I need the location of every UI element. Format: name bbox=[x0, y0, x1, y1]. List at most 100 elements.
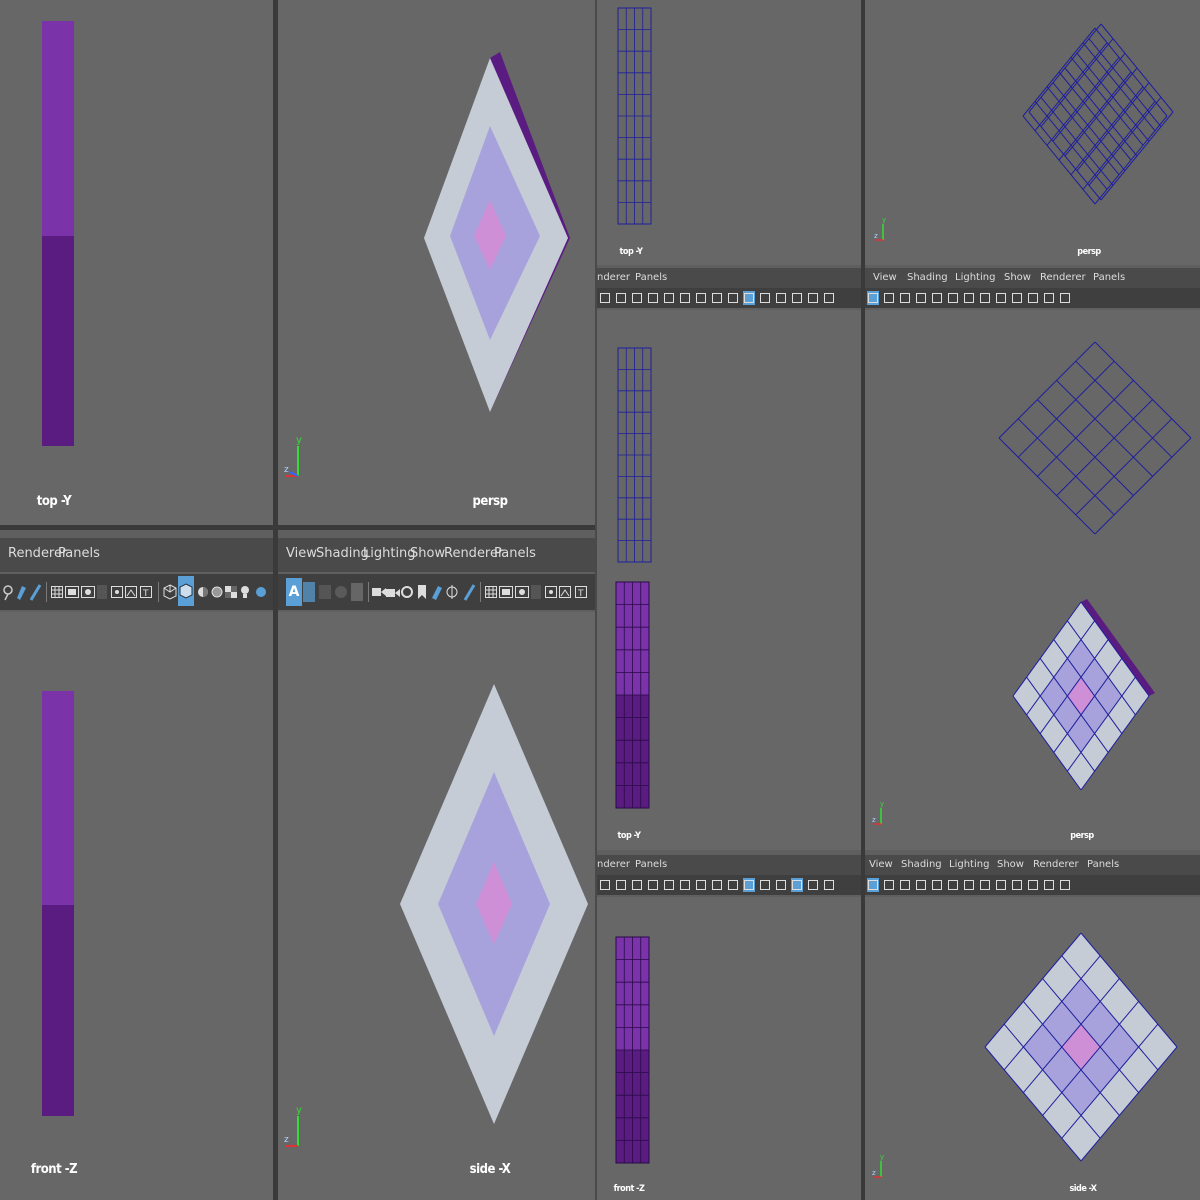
pencil-icon[interactable] bbox=[462, 580, 476, 604]
textured-icon[interactable] bbox=[759, 291, 771, 305]
shadow-icon[interactable] bbox=[254, 580, 268, 604]
camera-icon[interactable] bbox=[372, 580, 386, 604]
viewport-side-left[interactable]: y z side -X bbox=[278, 612, 595, 1200]
checker-icon[interactable] bbox=[791, 878, 803, 892]
menu-panels[interactable]: Panels bbox=[635, 859, 667, 870]
lasso-icon[interactable] bbox=[2, 580, 14, 604]
two-d-pan-icon[interactable] bbox=[444, 580, 460, 604]
safe-action-icon[interactable] bbox=[110, 580, 124, 604]
wireframe-cube-icon[interactable] bbox=[727, 878, 739, 892]
camera-attrs-icon[interactable]: T bbox=[574, 580, 588, 604]
default-light-icon[interactable] bbox=[775, 878, 787, 892]
menu-panels[interactable]: Panels bbox=[58, 546, 100, 561]
resolution-gate-icon[interactable] bbox=[514, 580, 530, 604]
a-icon[interactable] bbox=[867, 878, 879, 892]
track-icon[interactable] bbox=[400, 580, 414, 604]
viewport-top-right-2[interactable]: top -Y bbox=[597, 310, 861, 850]
shadow-icon[interactable] bbox=[823, 878, 835, 892]
film-gate-icon[interactable] bbox=[64, 580, 80, 604]
texture-sphere-icon[interactable] bbox=[318, 578, 332, 606]
textured-icon[interactable] bbox=[196, 580, 210, 604]
grid-icon[interactable] bbox=[995, 291, 1007, 305]
field-chart-icon[interactable] bbox=[124, 580, 138, 604]
grid-icon[interactable] bbox=[50, 580, 64, 604]
menu-show[interactable]: Show bbox=[410, 546, 445, 561]
texture-sphere-icon[interactable] bbox=[899, 291, 911, 305]
pane-divider-h[interactable] bbox=[0, 525, 595, 530]
default-light-icon[interactable] bbox=[210, 580, 224, 604]
bookmark-icon[interactable] bbox=[947, 291, 959, 305]
film-gate-icon[interactable] bbox=[498, 580, 514, 604]
resolution-gate-icon[interactable] bbox=[1027, 878, 1039, 892]
menu-view[interactable]: View bbox=[869, 859, 893, 870]
menu-view[interactable]: View bbox=[286, 546, 317, 561]
film-gate-icon[interactable] bbox=[1011, 878, 1023, 892]
camera-attrs-icon[interactable] bbox=[711, 291, 723, 305]
pencil-icon[interactable] bbox=[615, 878, 627, 892]
field-chart-icon[interactable] bbox=[558, 580, 572, 604]
resolution-gate-icon[interactable] bbox=[663, 291, 675, 305]
camera-icon[interactable] bbox=[931, 878, 943, 892]
a-icon[interactable] bbox=[867, 291, 879, 305]
two-d-pan-icon[interactable] bbox=[963, 878, 975, 892]
safe-action-icon[interactable] bbox=[679, 291, 691, 305]
pane-divider-v[interactable] bbox=[273, 530, 278, 1200]
texture-sphere-icon[interactable] bbox=[899, 878, 911, 892]
shaded-button-icon[interactable] bbox=[883, 291, 895, 305]
bulb-icon[interactable] bbox=[807, 878, 819, 892]
bookmark-icon[interactable] bbox=[947, 878, 959, 892]
gate-mask-icon[interactable] bbox=[530, 580, 542, 604]
menu-panels[interactable]: Panels bbox=[494, 546, 536, 561]
menu-panels[interactable]: Panels bbox=[635, 272, 667, 283]
grid-icon[interactable] bbox=[631, 878, 643, 892]
menu-shading[interactable]: Shading bbox=[907, 272, 948, 283]
menu-renderer[interactable]: nderer bbox=[597, 859, 630, 870]
shadow-toggle-icon[interactable] bbox=[350, 578, 364, 606]
safe-action-icon[interactable] bbox=[1043, 291, 1055, 305]
paint-icon[interactable] bbox=[14, 580, 28, 604]
gate-mask-icon[interactable] bbox=[96, 580, 108, 604]
shaded-button-icon[interactable] bbox=[302, 578, 316, 606]
checker-icon[interactable] bbox=[791, 291, 803, 305]
pencil-icon[interactable] bbox=[615, 291, 627, 305]
textured-icon[interactable] bbox=[759, 878, 771, 892]
shaded-cube-icon[interactable] bbox=[178, 576, 194, 606]
field-chart-icon[interactable] bbox=[1059, 291, 1071, 305]
resolution-gate-icon[interactable] bbox=[1027, 291, 1039, 305]
wireframe-cube-icon[interactable] bbox=[162, 580, 178, 604]
menu-panels[interactable]: Panels bbox=[1093, 272, 1125, 283]
image-plane-icon[interactable] bbox=[430, 580, 444, 604]
viewport-persp-right-2[interactable]: y z persp bbox=[865, 310, 1200, 850]
resolution-gate-icon[interactable] bbox=[80, 580, 96, 604]
menu-show[interactable]: Show bbox=[1004, 272, 1031, 283]
a-icon[interactable]: A bbox=[286, 578, 302, 606]
viewport-persp-right-1[interactable]: y z persp bbox=[865, 0, 1200, 265]
camera-attrs-icon[interactable] bbox=[711, 878, 723, 892]
viewport-top-right-1[interactable]: top -Y bbox=[597, 0, 861, 265]
pencil-icon[interactable] bbox=[979, 291, 991, 305]
field-chart-icon[interactable] bbox=[695, 878, 707, 892]
checker-icon[interactable] bbox=[224, 580, 238, 604]
wireframe-cube-icon[interactable] bbox=[727, 291, 739, 305]
shaded-cube-icon[interactable] bbox=[743, 878, 755, 892]
lasso-icon[interactable] bbox=[599, 878, 611, 892]
field-chart-icon[interactable] bbox=[695, 291, 707, 305]
resolution-gate-icon[interactable] bbox=[663, 878, 675, 892]
film-gate-icon[interactable] bbox=[647, 878, 659, 892]
camera-attrs-icon[interactable]: T bbox=[138, 580, 154, 604]
pencil-icon[interactable] bbox=[28, 580, 42, 604]
menu-renderer[interactable]: Renderer bbox=[1033, 859, 1079, 870]
viewport-side-right[interactable]: y z side -X bbox=[865, 897, 1200, 1200]
default-light-icon[interactable] bbox=[775, 291, 787, 305]
viewport-top-left[interactable]: top -Y bbox=[0, 0, 273, 525]
bulb-icon[interactable] bbox=[238, 580, 252, 604]
xray-icon[interactable] bbox=[915, 291, 927, 305]
menu-shading[interactable]: Shading bbox=[901, 859, 942, 870]
menu-show[interactable]: Show bbox=[997, 859, 1024, 870]
camera-icon[interactable] bbox=[931, 291, 943, 305]
menu-view[interactable]: View bbox=[873, 272, 897, 283]
lasso-icon[interactable] bbox=[599, 291, 611, 305]
safe-action-icon[interactable] bbox=[1043, 878, 1055, 892]
viewport-front-right[interactable]: front -Z bbox=[597, 897, 861, 1200]
grid-icon[interactable] bbox=[995, 878, 1007, 892]
